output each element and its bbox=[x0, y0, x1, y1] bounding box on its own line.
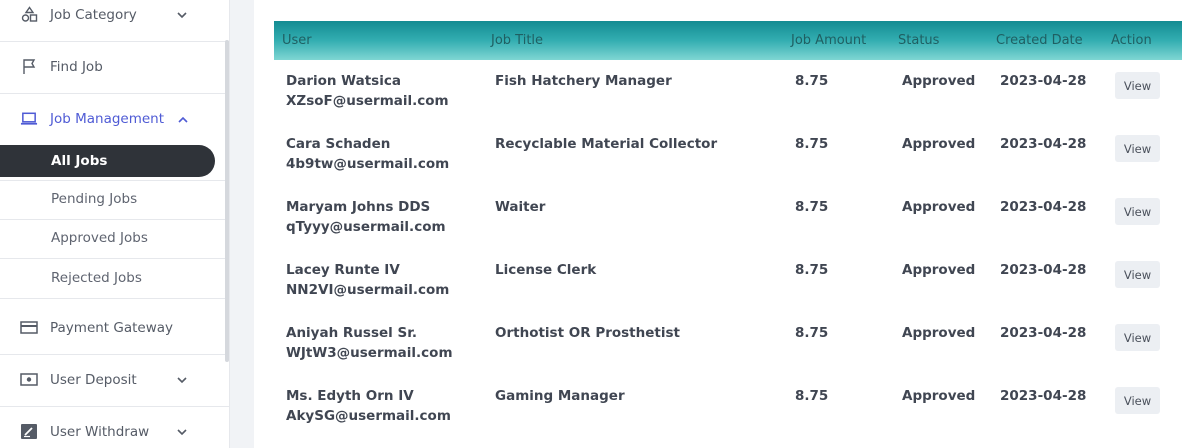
table-row: Lacey Runte IV NN2VI@usermail.com Licens… bbox=[274, 252, 1182, 315]
job-amount: 8.75 bbox=[795, 73, 829, 89]
submenu-item-label: All Jobs bbox=[51, 153, 108, 169]
job-amount: 8.75 bbox=[795, 325, 829, 341]
table-row: Darion Watsica XZsoF@usermail.com Fish H… bbox=[274, 63, 1182, 126]
job-title: Gaming Manager bbox=[495, 388, 625, 404]
column-header-job-title: Job Title bbox=[491, 33, 544, 48]
flag-icon bbox=[20, 57, 38, 75]
user-email: qTyyy@usermail.com bbox=[286, 219, 446, 235]
submenu-item-rejected-jobs[interactable]: Rejected Jobs bbox=[0, 270, 222, 290]
user-name: Aniyah Russel Sr. bbox=[286, 325, 418, 341]
chevron-down-icon bbox=[177, 10, 187, 20]
status-text: Approved bbox=[902, 136, 976, 152]
sidebar-item-user-deposit[interactable]: User Deposit bbox=[0, 370, 230, 390]
view-button[interactable]: View bbox=[1115, 261, 1160, 288]
laptop-icon bbox=[20, 109, 38, 127]
sidebar-item-label: Payment Gateway bbox=[50, 320, 174, 336]
sidebar-scrollbar[interactable] bbox=[225, 40, 229, 362]
divider bbox=[0, 180, 225, 181]
created-date: 2023-04-28 bbox=[1000, 136, 1087, 152]
submenu-item-all-jobs[interactable]: All Jobs bbox=[0, 145, 215, 177]
column-header-user: User bbox=[282, 33, 312, 48]
cash-icon bbox=[20, 370, 38, 388]
divider bbox=[0, 258, 225, 259]
table-row: Aniyah Russel Sr. WJtW3@usermail.com Ort… bbox=[274, 315, 1182, 378]
view-button[interactable]: View bbox=[1115, 135, 1160, 162]
divider bbox=[0, 219, 225, 220]
column-header-status: Status bbox=[898, 33, 940, 48]
created-date: 2023-04-28 bbox=[1000, 388, 1087, 404]
job-title: License Clerk bbox=[495, 262, 597, 278]
divider bbox=[0, 93, 230, 94]
status-text: Approved bbox=[902, 199, 976, 215]
created-date: 2023-04-28 bbox=[1000, 73, 1087, 89]
job-amount: 8.75 bbox=[795, 262, 829, 278]
user-name: Darion Watsica bbox=[286, 73, 401, 89]
table-row: Maryam Johns DDS qTyyy@usermail.com Wait… bbox=[274, 189, 1182, 252]
job-title: Orthotist OR Prosthetist bbox=[495, 325, 680, 341]
submenu-item-label: Pending Jobs bbox=[51, 191, 138, 207]
chevron-down-icon bbox=[177, 427, 187, 437]
job-title: Waiter bbox=[495, 199, 546, 215]
job-title: Fish Hatchery Manager bbox=[495, 73, 672, 89]
submenu-item-approved-jobs[interactable]: Approved Jobs bbox=[0, 230, 222, 250]
status-text: Approved bbox=[902, 262, 976, 278]
table-header: User Job Title Job Amount Status Created… bbox=[274, 21, 1182, 60]
status-text: Approved bbox=[902, 73, 976, 89]
job-amount: 8.75 bbox=[795, 199, 829, 215]
chevron-down-icon bbox=[177, 375, 187, 385]
user-email: WJtW3@usermail.com bbox=[286, 345, 453, 361]
sidebar-item-label: Job Category bbox=[50, 7, 137, 23]
job-amount: 8.75 bbox=[795, 388, 829, 404]
divider bbox=[0, 41, 230, 42]
table-row: Ms. Edyth Orn IV AkySG@usermail.com Gami… bbox=[274, 378, 1182, 441]
user-name: Cara Schaden bbox=[286, 136, 391, 152]
divider bbox=[0, 354, 230, 355]
sidebar-item-user-withdraw[interactable]: User Withdraw bbox=[0, 422, 230, 442]
user-name: Ms. Edyth Orn IV bbox=[286, 388, 414, 404]
sidebar-item-label: Find Job bbox=[50, 59, 103, 75]
column-header-created-date: Created Date bbox=[996, 33, 1083, 48]
sidebar-item-find-job[interactable]: Find Job bbox=[0, 57, 230, 77]
sidebar-item-label: User Withdraw bbox=[50, 424, 150, 440]
sidebar-item-job-management[interactable]: Job Management bbox=[0, 109, 230, 129]
divider bbox=[0, 298, 225, 299]
jobs-table-card: User Job Title Job Amount Status Created… bbox=[254, 0, 1182, 448]
view-button[interactable]: View bbox=[1115, 72, 1160, 99]
credit-card-icon bbox=[20, 318, 38, 336]
divider bbox=[0, 406, 230, 407]
sidebar-item-job-category[interactable]: Job Category bbox=[0, 5, 230, 25]
sidebar-item-label: Job Management bbox=[50, 111, 165, 127]
submenu-item-label: Approved Jobs bbox=[51, 230, 148, 246]
shapes-icon bbox=[20, 5, 38, 23]
sidebar: Job Category Find Job Job Management All… bbox=[0, 0, 230, 448]
job-amount: 8.75 bbox=[795, 136, 829, 152]
job-title: Recyclable Material Collector bbox=[495, 136, 718, 152]
user-email: XZsoF@usermail.com bbox=[286, 93, 449, 109]
chevron-up-icon bbox=[178, 114, 188, 124]
user-email: NN2VI@usermail.com bbox=[286, 282, 450, 298]
submenu-item-pending-jobs[interactable]: Pending Jobs bbox=[0, 191, 222, 211]
column-header-job-amount: Job Amount bbox=[791, 33, 867, 48]
view-button[interactable]: View bbox=[1115, 324, 1160, 351]
sidebar-item-payment-gateway[interactable]: Payment Gateway bbox=[0, 318, 230, 338]
status-text: Approved bbox=[902, 388, 976, 404]
user-email: 4b9tw@usermail.com bbox=[286, 156, 450, 172]
sidebar-item-label: User Deposit bbox=[50, 372, 137, 388]
user-name: Lacey Runte IV bbox=[286, 262, 400, 278]
view-button[interactable]: View bbox=[1115, 198, 1160, 225]
view-button[interactable]: View bbox=[1115, 387, 1160, 414]
created-date: 2023-04-28 bbox=[1000, 199, 1087, 215]
user-email: AkySG@usermail.com bbox=[286, 408, 451, 424]
submenu-item-label: Rejected Jobs bbox=[51, 270, 142, 286]
created-date: 2023-04-28 bbox=[1000, 325, 1087, 341]
created-date: 2023-04-28 bbox=[1000, 262, 1087, 278]
edit-icon bbox=[20, 422, 38, 440]
table-row: Cara Schaden 4b9tw@usermail.com Recyclab… bbox=[274, 126, 1182, 189]
user-name: Maryam Johns DDS bbox=[286, 199, 431, 215]
column-header-action: Action bbox=[1111, 33, 1152, 48]
status-text: Approved bbox=[902, 325, 976, 341]
